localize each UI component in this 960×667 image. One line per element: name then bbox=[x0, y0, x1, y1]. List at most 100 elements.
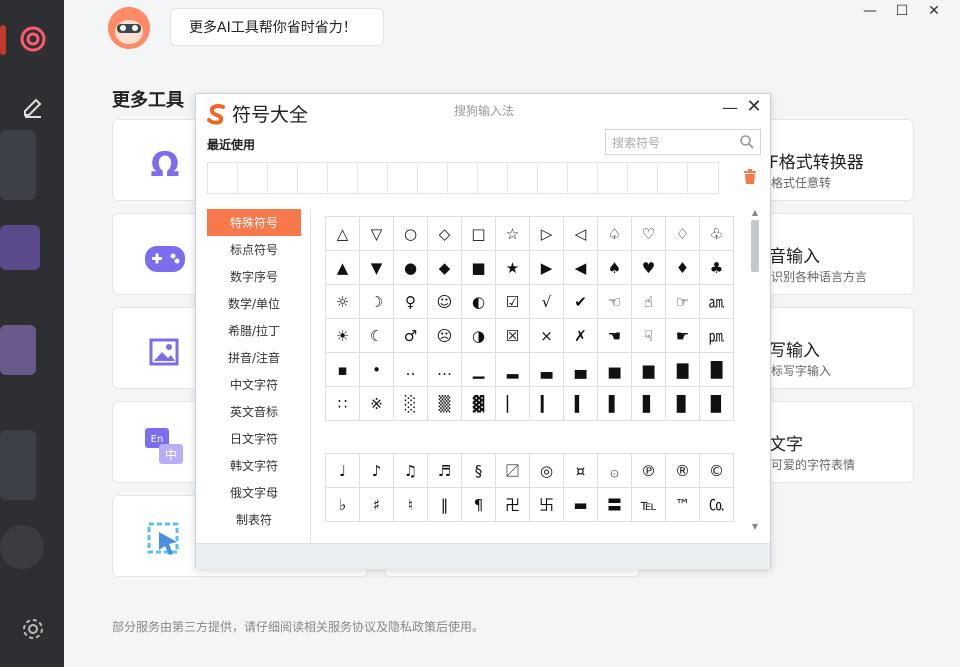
symbol-cell[interactable]: ☚ bbox=[598, 319, 632, 353]
symbol-cell[interactable]: ㏘ bbox=[700, 319, 734, 353]
dialog-minimize-button[interactable]: — bbox=[720, 98, 740, 118]
symbol-search-input[interactable]: 搜索符号 bbox=[605, 129, 761, 155]
symbol-cell[interactable]: ▊ bbox=[666, 387, 700, 421]
symbol-cell[interactable]: ▂ bbox=[496, 353, 530, 387]
symbol-cell[interactable]: ☆ bbox=[496, 217, 530, 251]
category-item[interactable]: 希腊/拉丁 bbox=[207, 317, 301, 344]
edit-icon[interactable] bbox=[16, 90, 50, 124]
category-item[interactable]: 标点符号 bbox=[207, 236, 301, 263]
category-item[interactable]: 中文字符 bbox=[207, 371, 301, 398]
symbol-cell[interactable]: • bbox=[360, 353, 394, 387]
symbol-cell[interactable]: ▶ bbox=[530, 251, 564, 285]
category-item[interactable]: 俄文字母 bbox=[207, 479, 301, 506]
symbol-cell[interactable]: § bbox=[462, 454, 496, 488]
recent-symbol-slot[interactable] bbox=[358, 163, 388, 193]
symbol-cell[interactable]: © bbox=[700, 454, 734, 488]
symbol-cell[interactable]: ♦ bbox=[666, 251, 700, 285]
symbol-cell[interactable]: ☝ bbox=[632, 285, 666, 319]
symbol-cell[interactable]: ™ bbox=[666, 488, 700, 522]
symbol-cell[interactable]: ▲ bbox=[326, 251, 360, 285]
symbol-cell[interactable]: ▃ bbox=[530, 353, 564, 387]
recent-symbol-slot[interactable] bbox=[448, 163, 478, 193]
symbol-cell[interactable]: ♭ bbox=[326, 488, 360, 522]
symbol-cell[interactable]: ▅ bbox=[598, 353, 632, 387]
symbol-cell[interactable]: × bbox=[530, 319, 564, 353]
symbol-cell[interactable]: ♂ bbox=[394, 319, 428, 353]
symbol-cell[interactable]: ♩ bbox=[326, 454, 360, 488]
symbol-cell[interactable]: ◐ bbox=[462, 285, 496, 319]
symbol-cell[interactable]: ○ bbox=[394, 217, 428, 251]
symbol-cell[interactable]: ▼ bbox=[360, 251, 394, 285]
assistant-avatar[interactable] bbox=[108, 7, 150, 49]
symbol-cell[interactable]: ▇ bbox=[666, 353, 700, 387]
symbol-cell[interactable]: ◇ bbox=[428, 217, 462, 251]
symbol-cell[interactable]: ♧ bbox=[700, 217, 734, 251]
symbol-cell[interactable]: ◁ bbox=[564, 217, 598, 251]
symbol-cell[interactable]: ▆ bbox=[632, 353, 666, 387]
symbol-cell[interactable]: ▍ bbox=[564, 387, 598, 421]
symbol-cell[interactable]: ♪ bbox=[360, 454, 394, 488]
symbol-cell[interactable]: ★ bbox=[496, 251, 530, 285]
symbol-cell[interactable]: ☛ bbox=[666, 319, 700, 353]
symbol-cell[interactable]: ☾ bbox=[360, 319, 394, 353]
recent-symbol-slot[interactable] bbox=[568, 163, 598, 193]
settings-gear-icon[interactable] bbox=[16, 612, 50, 646]
symbol-cell[interactable]: ░ bbox=[394, 387, 428, 421]
recent-symbol-slot[interactable] bbox=[508, 163, 538, 193]
symbol-cell[interactable]: ♮ bbox=[394, 488, 428, 522]
symbol-cell[interactable]: ℗ bbox=[632, 454, 666, 488]
symbol-cell[interactable]: ▋ bbox=[632, 387, 666, 421]
symbol-cell[interactable]: ☜ bbox=[598, 285, 632, 319]
symbol-cell[interactable]: ■ bbox=[462, 251, 496, 285]
scroll-up-icon[interactable]: ▲ bbox=[749, 208, 761, 218]
search-icon[interactable] bbox=[739, 134, 755, 150]
category-item[interactable]: 韩文字符 bbox=[207, 452, 301, 479]
symbol-cell[interactable]: ※ bbox=[360, 387, 394, 421]
symbol-cell[interactable]: ♯ bbox=[360, 488, 394, 522]
symbol-cell[interactable]: ▪ bbox=[326, 353, 360, 387]
scroll-down-icon[interactable]: ▼ bbox=[749, 522, 761, 532]
symbol-cell[interactable]: 〓 bbox=[598, 488, 632, 522]
symbol-cell[interactable]: ◆ bbox=[428, 251, 462, 285]
recent-symbol-slot[interactable] bbox=[658, 163, 688, 193]
recent-symbol-slot[interactable] bbox=[418, 163, 448, 193]
symbol-cell[interactable]: ◀ bbox=[564, 251, 598, 285]
recent-symbol-slot[interactable] bbox=[598, 163, 628, 193]
symbol-cell[interactable]: ▬ bbox=[564, 488, 598, 522]
symbol-cell[interactable]: … bbox=[428, 353, 462, 387]
trash-icon[interactable] bbox=[743, 169, 757, 185]
recent-symbol-slot[interactable] bbox=[238, 163, 268, 193]
target-icon[interactable] bbox=[16, 22, 50, 56]
symbol-cell[interactable]: ☞ bbox=[666, 285, 700, 319]
symbol-cell[interactable]: ♫ bbox=[394, 454, 428, 488]
symbol-cell[interactable]: ◎ bbox=[530, 454, 564, 488]
symbol-scrollbar[interactable]: ▲ ▼ bbox=[749, 208, 761, 532]
symbol-cell[interactable]: ● bbox=[394, 251, 428, 285]
symbol-cell[interactable]: ▉ bbox=[700, 387, 734, 421]
recent-symbol-slot[interactable] bbox=[298, 163, 328, 193]
symbol-cell[interactable]: ℡ bbox=[632, 488, 666, 522]
category-item[interactable]: 数学/单位 bbox=[207, 290, 301, 317]
category-item[interactable]: 特殊符号 bbox=[207, 209, 301, 236]
symbol-cell[interactable]: ▒ bbox=[428, 387, 462, 421]
symbol-cell[interactable]: 〼 bbox=[496, 454, 530, 488]
recent-symbol-slot[interactable] bbox=[208, 163, 238, 193]
symbol-cell[interactable]: √ bbox=[530, 285, 564, 319]
symbol-cell[interactable]: ▽ bbox=[360, 217, 394, 251]
symbol-cell[interactable]: ▷ bbox=[530, 217, 564, 251]
symbol-cell[interactable]: ☹ bbox=[428, 319, 462, 353]
symbol-cell[interactable]: ♥ bbox=[632, 251, 666, 285]
recent-symbol-slot[interactable] bbox=[478, 163, 508, 193]
recent-symbol-slot[interactable] bbox=[688, 163, 718, 193]
symbol-cell[interactable]: ♡ bbox=[632, 217, 666, 251]
category-item[interactable]: 数字序号 bbox=[207, 263, 301, 290]
symbol-cell[interactable]: ☼ bbox=[326, 285, 360, 319]
recent-symbol-slot[interactable] bbox=[628, 163, 658, 193]
maximize-window-button[interactable]: ☐ bbox=[886, 0, 918, 22]
symbol-cell[interactable]: ♣ bbox=[700, 251, 734, 285]
symbol-cell[interactable]: ✗ bbox=[564, 319, 598, 353]
symbol-cell[interactable]: ▏ bbox=[496, 387, 530, 421]
symbol-cell[interactable]: ‥ bbox=[394, 353, 428, 387]
symbol-cell[interactable]: ☺ bbox=[428, 285, 462, 319]
symbol-cell[interactable]: ㏂ bbox=[700, 285, 734, 319]
